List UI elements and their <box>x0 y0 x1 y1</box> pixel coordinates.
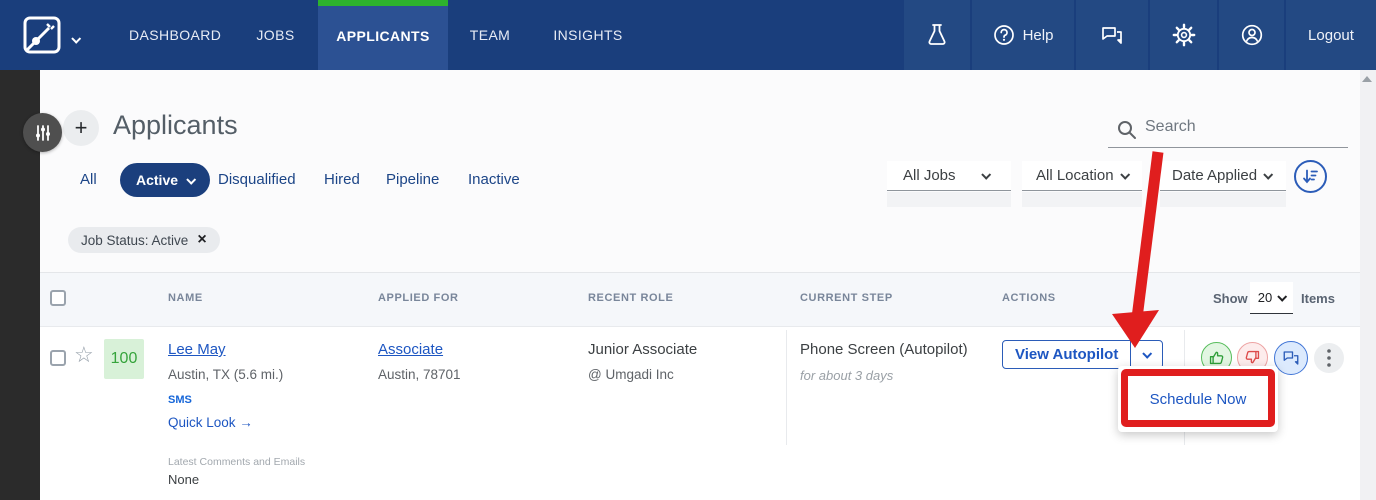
applicant-location: Austin, TX (5.6 mi.) <box>168 367 284 382</box>
row-checkbox[interactable] <box>50 350 66 366</box>
more-options-button[interactable] <box>1314 343 1344 373</box>
filter-all-jobs-label: All Jobs <box>903 167 956 184</box>
nav-item-dashboard[interactable]: DASHBOARD <box>129 0 221 70</box>
gear-icon <box>1172 23 1195 47</box>
help-icon <box>993 25 1014 45</box>
chevron-down-icon <box>1263 169 1274 180</box>
autopilot-dropdown-menu: Schedule Now <box>1118 366 1278 432</box>
filter-tag-job-status[interactable]: Job Status: Active × <box>68 227 220 253</box>
sort-descending-icon <box>1303 169 1318 184</box>
nav-item-team[interactable]: TEAM <box>466 0 514 70</box>
help-label: Help <box>1022 26 1054 44</box>
filter-date-applied[interactable]: Date Applied <box>1160 161 1286 191</box>
navbar-right-actions: Help Logout <box>902 0 1376 70</box>
applied-for-link[interactable]: Associate <box>378 341 443 358</box>
chevron-down-icon <box>1277 291 1288 302</box>
filters-fab-button[interactable] <box>23 113 62 152</box>
tab-active-label: Active <box>136 172 179 188</box>
current-step-duration: for about 3 days <box>800 368 894 383</box>
applicants-screen: DASHBOARD JOBS APPLICANTS TEAM INSIGHTS … <box>0 0 1376 500</box>
chevron-down-icon <box>1119 169 1130 180</box>
match-score-badge: 100 <box>104 339 144 379</box>
chevron-down-icon <box>1142 348 1153 359</box>
settings-button[interactable] <box>1148 0 1217 70</box>
add-applicant-button[interactable]: + <box>63 110 99 146</box>
filter-shade <box>1160 192 1286 207</box>
filter-tag-label: Job Status: Active <box>81 232 189 248</box>
quick-look-link[interactable]: Quick Look → <box>168 415 253 430</box>
filter-shade <box>1022 192 1142 207</box>
filter-all-location[interactable]: All Location <box>1022 161 1142 191</box>
vertical-dots-icon <box>1327 349 1331 367</box>
column-header-current-step: CURRENT STEP <box>800 292 893 304</box>
page-size-select[interactable]: 20 <box>1250 282 1293 314</box>
breezy-logo-icon <box>23 16 61 54</box>
table-header <box>40 272 1360 327</box>
tab-disqualified[interactable]: Disqualified <box>218 171 296 188</box>
items-label: Items <box>1301 291 1335 306</box>
nav-item-insights[interactable]: INSIGHTS <box>552 0 624 70</box>
tab-active-selected[interactable]: Active <box>120 163 211 197</box>
filter-all-jobs[interactable]: All Jobs <box>887 161 1011 191</box>
applicant-name-link[interactable]: Lee May <box>168 341 226 358</box>
filter-date-applied-label: Date Applied <box>1172 167 1258 184</box>
column-header-recent-role: RECENT ROLE <box>588 292 674 304</box>
account-button[interactable] <box>1217 0 1284 70</box>
applied-for-location: Austin, 78701 <box>378 367 461 382</box>
thumbs-up-icon <box>1209 351 1224 365</box>
scrollbar-track[interactable] <box>1360 70 1376 500</box>
column-header-name: NAME <box>168 292 203 304</box>
sort-button[interactable] <box>1294 160 1327 193</box>
page-title: Applicants <box>113 110 238 140</box>
nav-item-applicants[interactable]: APPLICANTS <box>318 0 448 70</box>
page-size-value: 20 <box>1257 290 1273 305</box>
chevron-down-icon <box>981 169 992 180</box>
column-header-applied-for: APPLIED FOR <box>378 292 459 304</box>
column-divider <box>786 330 787 445</box>
top-navbar: DASHBOARD JOBS APPLICANTS TEAM INSIGHTS … <box>0 0 1376 70</box>
sliders-icon <box>35 124 50 141</box>
chat-icon <box>1102 27 1122 44</box>
column-header-actions: ACTIONS <box>1002 292 1056 304</box>
view-autopilot-label[interactable]: View Autopilot <box>1003 341 1130 368</box>
view-autopilot-split-button[interactable]: View Autopilot <box>1002 340 1164 369</box>
search-icon <box>1118 121 1136 139</box>
tab-inactive[interactable]: Inactive <box>468 171 520 188</box>
tab-pipeline[interactable]: Pipeline <box>386 171 439 188</box>
recent-role-company: @ Umgadi Inc <box>588 367 674 382</box>
logout-button[interactable]: Logout <box>1284 0 1376 70</box>
experiments-button[interactable] <box>902 0 970 70</box>
chevron-down-icon <box>186 174 197 185</box>
view-autopilot-dropdown-toggle[interactable] <box>1130 341 1162 368</box>
search-input[interactable] <box>1145 118 1340 136</box>
select-all-checkbox[interactable] <box>50 290 66 306</box>
logout-label: Logout <box>1308 26 1354 44</box>
filter-shade <box>887 192 1011 207</box>
sms-badge[interactable]: SMS <box>168 394 192 406</box>
nav-item-jobs[interactable]: JOBS <box>253 0 298 70</box>
current-step: Phone Screen (Autopilot) <box>800 341 968 358</box>
messages-button[interactable] <box>1074 0 1148 70</box>
flask-icon <box>928 24 946 45</box>
search-field[interactable] <box>1108 114 1348 148</box>
filter-tag-close-icon[interactable]: × <box>197 232 206 248</box>
brand-logo[interactable] <box>21 14 63 56</box>
tab-hired[interactable]: Hired <box>324 171 360 188</box>
latest-comments-value: None <box>168 472 200 487</box>
thumbs-down-icon <box>1245 350 1260 364</box>
conversation-button[interactable] <box>1274 341 1308 375</box>
tab-all[interactable]: All <box>80 171 97 188</box>
star-icon[interactable]: ☆ <box>74 342 94 368</box>
scrollbar-up-arrow[interactable] <box>1362 76 1372 82</box>
latest-comments-label: Latest Comments and Emails <box>168 456 306 468</box>
account-icon <box>1241 24 1262 46</box>
show-label: Show <box>1213 291 1248 306</box>
brand-chevron-down-icon[interactable] <box>71 30 82 48</box>
help-button[interactable]: Help <box>970 0 1074 70</box>
recent-role: Junior Associate <box>588 341 698 358</box>
menu-item-schedule-now[interactable]: Schedule Now <box>1118 366 1278 432</box>
filter-all-location-label: All Location <box>1036 167 1114 184</box>
chat-bubbles-icon <box>1283 351 1299 365</box>
